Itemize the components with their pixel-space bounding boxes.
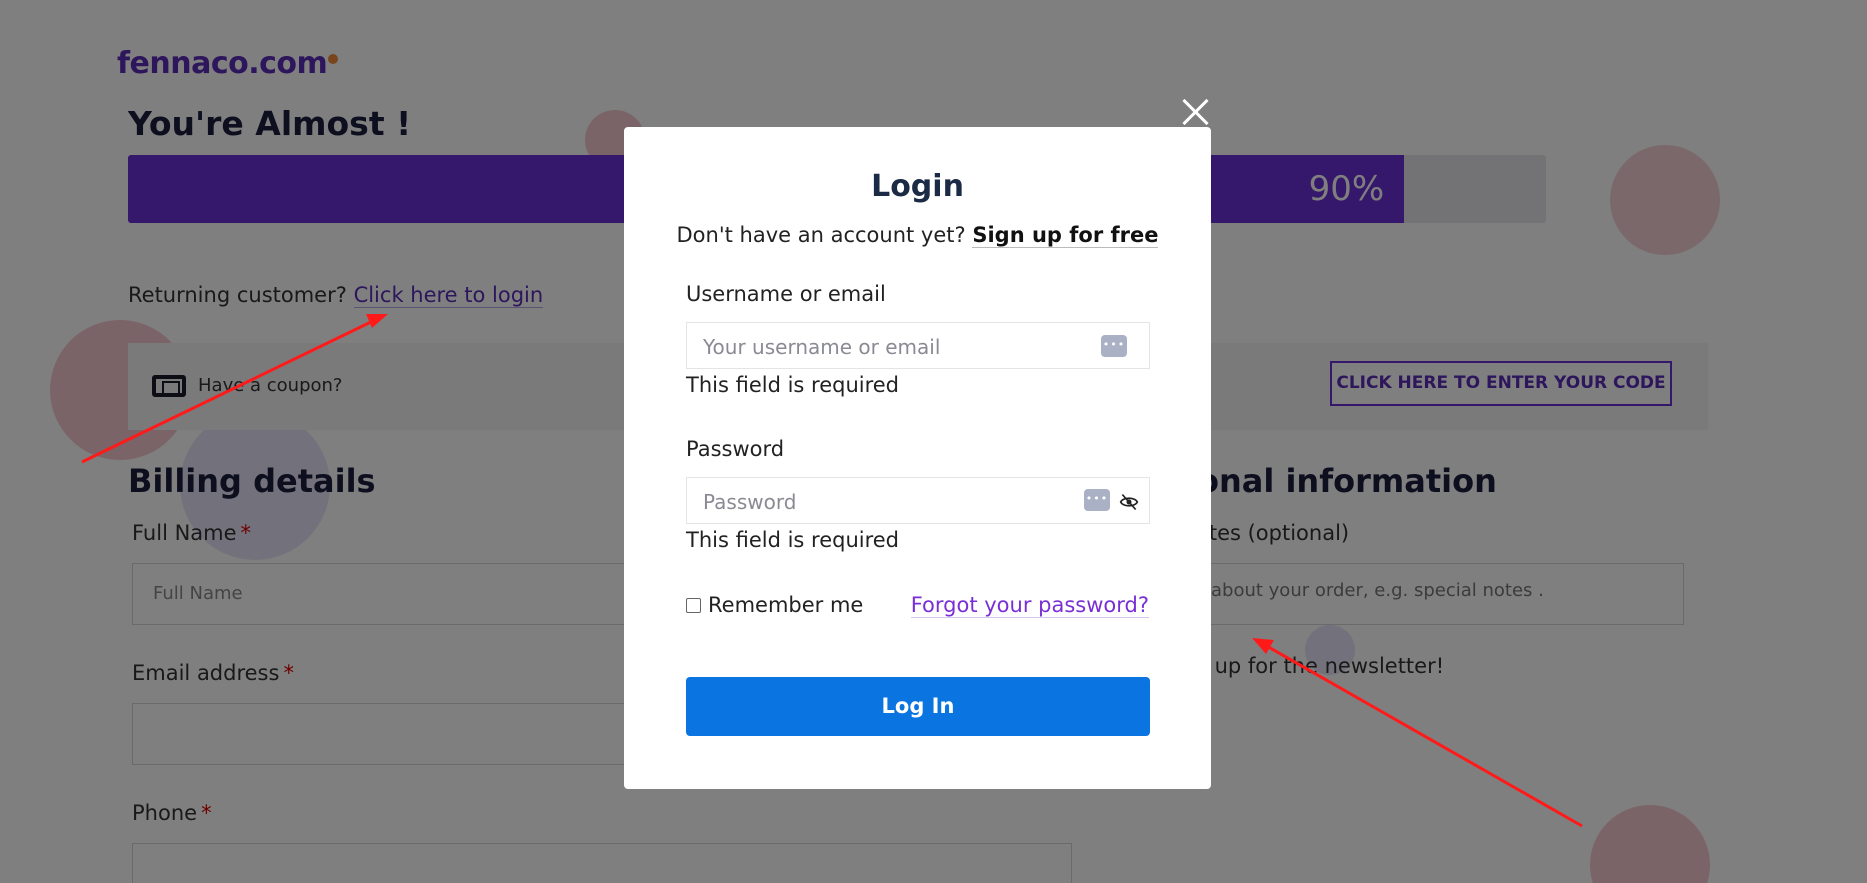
forgot-password-link[interactable]: Forgot your password? <box>910 593 1149 618</box>
remember-me-checkbox[interactable] <box>686 598 701 613</box>
password-manager-icon[interactable]: ••• <box>1101 335 1127 357</box>
password-error: This field is required <box>686 528 900 552</box>
username-error: This field is required <box>686 373 900 397</box>
password-placeholder: Password <box>703 490 797 514</box>
close-icon[interactable] <box>1181 97 1211 127</box>
username-placeholder: Your username or email <box>703 335 941 359</box>
login-modal: Login Don't have an account yet? Sign up… <box>624 127 1211 789</box>
modal-title: Login <box>871 169 964 204</box>
signup-prompt: Don't have an account yet? Sign up for f… <box>624 223 1211 248</box>
password-manager-icon[interactable]: ••• <box>1084 489 1110 511</box>
signup-link[interactable]: Sign up for free <box>972 223 1159 248</box>
remember-me-label[interactable]: Remember me <box>708 593 863 617</box>
login-button[interactable]: Log In <box>686 677 1150 736</box>
signup-prompt-text: Don't have an account yet? <box>676 223 966 247</box>
password-label: Password <box>686 437 785 461</box>
username-input[interactable]: Your username or email ••• <box>686 322 1150 369</box>
username-label: Username or email <box>686 282 886 306</box>
password-input[interactable]: Password ••• <box>686 477 1150 524</box>
checkout-page: fennaco.com You're Almost ! 90% Returnin… <box>0 0 1867 883</box>
eye-slash-icon[interactable] <box>1119 492 1139 512</box>
